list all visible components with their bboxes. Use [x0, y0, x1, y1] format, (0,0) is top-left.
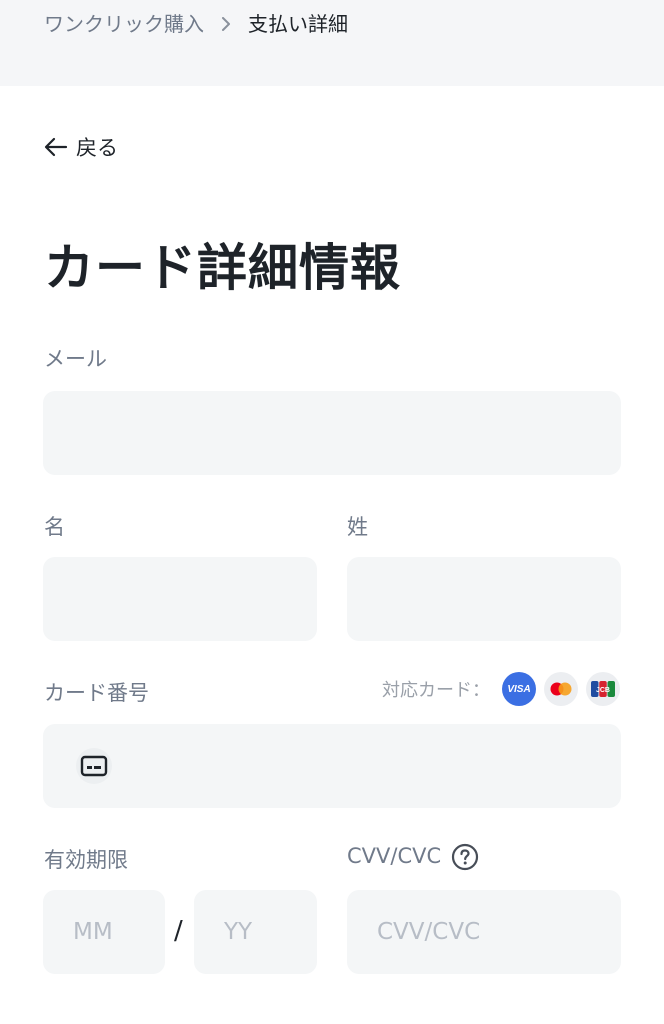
jcb-logo-icon: JCB: [586, 672, 620, 706]
breadcrumb-current: 支払い詳細: [248, 12, 348, 36]
cvv-field[interactable]: [347, 890, 621, 974]
email-label: メール: [44, 347, 107, 371]
page-title: カード詳細情報: [44, 239, 401, 297]
top-bar: ワンクリック購入 支払い詳細: [0, 0, 664, 86]
visa-logo-icon: VISA: [502, 672, 536, 706]
accepted-cards-label: 対応カード：: [382, 680, 490, 701]
last-name-field[interactable]: [347, 557, 621, 641]
first-name-field[interactable]: [43, 557, 317, 641]
expiry-year-field[interactable]: [194, 890, 317, 974]
expiry-label: 有効期限: [44, 848, 128, 872]
arrow-left-icon: [44, 137, 68, 157]
card-number-field[interactable]: [43, 724, 621, 808]
cvv-label: CVV/CVC: [347, 844, 442, 868]
back-label: 戻る: [76, 136, 118, 160]
question-circle-icon[interactable]: [451, 843, 479, 871]
chevron-right-icon: [220, 17, 232, 31]
email-field[interactable]: [43, 391, 621, 475]
expiry-separator: /: [174, 916, 183, 946]
card-number-label: カード番号: [44, 681, 149, 705]
expiry-month-field[interactable]: [43, 890, 165, 974]
svg-text:JCB: JCB: [596, 687, 610, 694]
back-button[interactable]: 戻る: [44, 132, 118, 162]
credit-card-icon: [76, 748, 112, 784]
breadcrumb-parent-link[interactable]: ワンクリック購入: [44, 10, 204, 38]
mastercard-logo-icon: [544, 672, 578, 706]
breadcrumb: ワンクリック購入 支払い詳細: [44, 10, 348, 38]
last-name-label: 姓: [347, 515, 368, 539]
accepted-cards: 対応カード： VISA JCB: [382, 672, 620, 706]
first-name-label: 名: [44, 515, 65, 539]
